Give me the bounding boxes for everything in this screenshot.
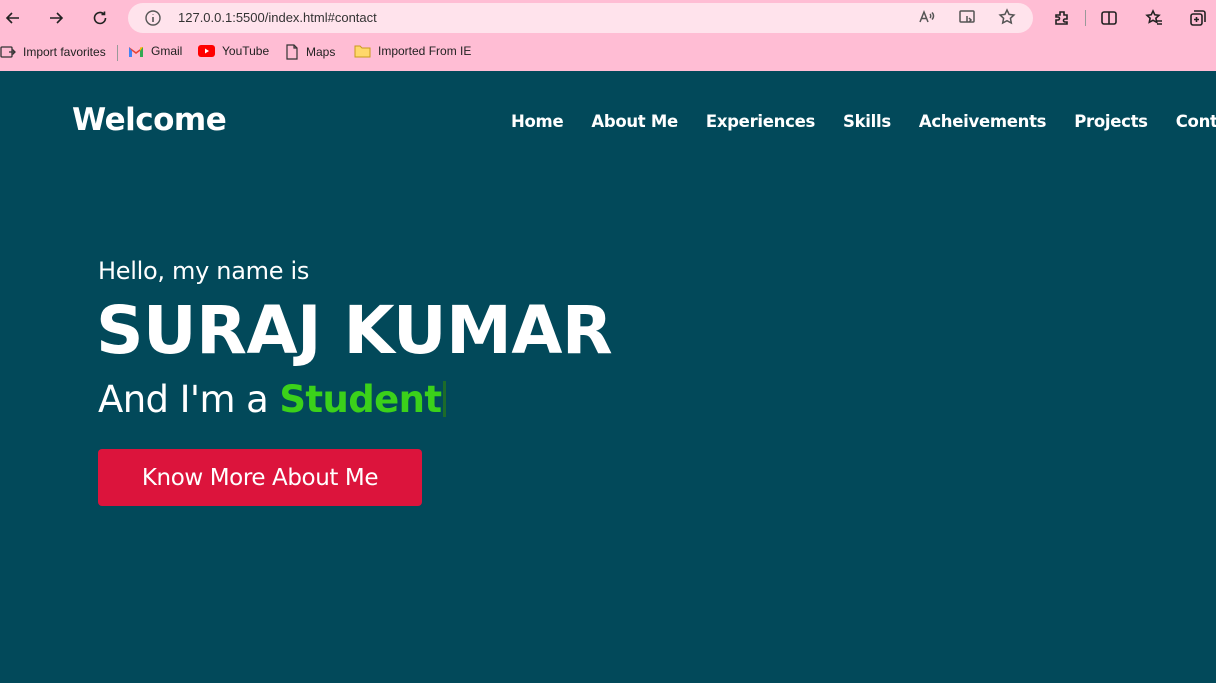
info-icon[interactable]: [144, 9, 162, 27]
site-logo[interactable]: Welcome: [72, 102, 227, 138]
forward-button[interactable]: [43, 5, 69, 31]
bookmark-label: Gmail: [151, 44, 183, 58]
gmail-icon: [129, 46, 143, 57]
know-more-button[interactable]: Know More About Me: [98, 449, 422, 506]
typing-cursor: [443, 381, 447, 417]
hero-greeting: Hello, my name is: [98, 257, 310, 285]
bookmark-label: Maps: [306, 45, 336, 59]
bookmark-label: Import favorites: [23, 45, 106, 59]
back-button[interactable]: [0, 5, 26, 31]
toolbar-divider: [1085, 10, 1086, 26]
role-typed-text: Student: [279, 378, 442, 421]
refresh-icon: [93, 11, 107, 25]
split-screen-icon: [1101, 11, 1117, 25]
nav-experiences[interactable]: Experiences: [706, 112, 815, 131]
extensions-button[interactable]: [1049, 5, 1075, 31]
immersive-reader-icon[interactable]: [958, 8, 978, 28]
refresh-button[interactable]: [87, 5, 113, 31]
url-text[interactable]: 127.0.0.1:5500/index.html#contact: [178, 10, 377, 25]
import-icon: [0, 46, 16, 58]
favorites-button[interactable]: [1141, 5, 1167, 31]
folder-icon: [354, 45, 371, 58]
nav-projects[interactable]: Projects: [1074, 112, 1148, 131]
youtube-icon: [198, 45, 215, 57]
browser-toolbar: 127.0.0.1:5500/index.html#contact: [0, 0, 1216, 36]
star-icon[interactable]: [998, 8, 1018, 28]
collections-button[interactable]: [1185, 5, 1211, 31]
bookmark-import-favorites[interactable]: Import favorites: [0, 44, 106, 60]
bookmarks-bar: Import favorites Gmail YouTube Maps Impo…: [0, 40, 1216, 66]
bookmark-youtube[interactable]: YouTube: [198, 44, 269, 58]
bookmark-divider: [117, 45, 118, 61]
hero-role: And I'm a Student: [98, 378, 447, 421]
nav-about-me[interactable]: About Me: [591, 112, 678, 131]
bookmark-maps[interactable]: Maps: [285, 44, 335, 60]
collections-icon: [1190, 10, 1206, 26]
role-prefix: And I'm a: [98, 378, 280, 421]
address-bar[interactable]: 127.0.0.1:5500/index.html#contact: [128, 3, 1033, 33]
arrow-right-icon: [50, 12, 64, 24]
main-nav: Home About Me Experiences Skills Acheive…: [511, 112, 1216, 131]
favorites-icon: [1145, 9, 1162, 25]
bookmark-label: Imported From IE: [378, 44, 472, 58]
bookmark-imported-from-ie[interactable]: Imported From IE: [354, 44, 471, 58]
bookmark-gmail[interactable]: Gmail: [128, 44, 182, 58]
browser-chrome: 127.0.0.1:5500/index.html#contact Import…: [0, 0, 1216, 71]
bookmark-label: YouTube: [222, 44, 270, 58]
split-screen-button[interactable]: [1096, 5, 1122, 31]
read-aloud-icon[interactable]: [918, 8, 938, 28]
nav-skills[interactable]: Skills: [843, 112, 891, 131]
nav-contact[interactable]: Contact: [1176, 112, 1216, 131]
page-icon: [286, 44, 298, 60]
nav-acheivements[interactable]: Acheivements: [919, 112, 1047, 131]
puzzle-icon: [1055, 11, 1068, 25]
arrow-left-icon: [5, 12, 19, 24]
hero-name: SURAJ KUMAR: [96, 292, 613, 369]
nav-home[interactable]: Home: [511, 112, 564, 131]
